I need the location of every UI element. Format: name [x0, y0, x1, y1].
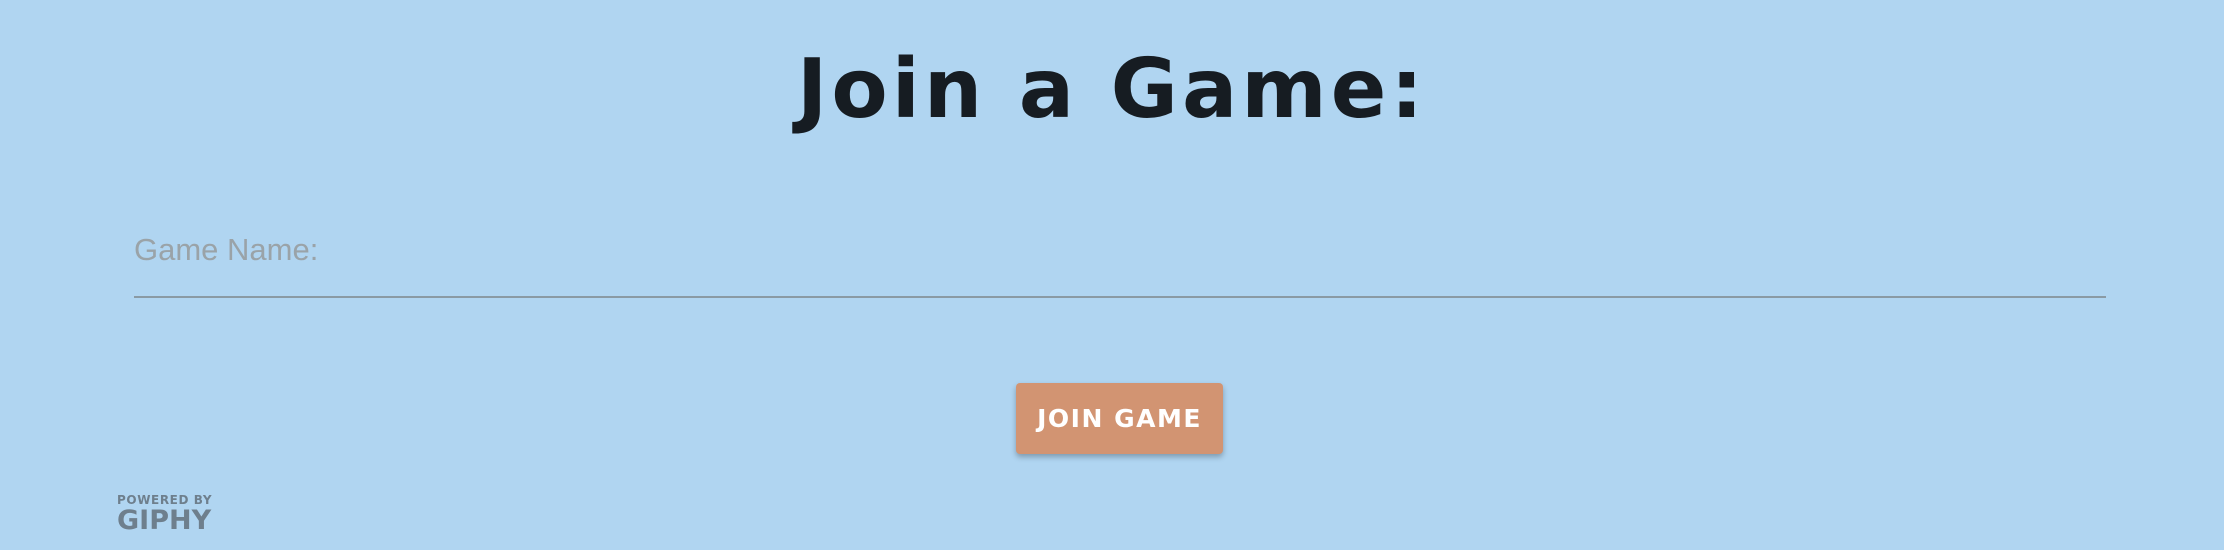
giphy-attribution: POWERED BY GIPHY: [117, 494, 212, 536]
game-name-input[interactable]: [134, 222, 2106, 278]
page-title: Join a Game:: [796, 42, 1428, 137]
giphy-logo: GIPHY: [117, 505, 212, 536]
game-name-field: [134, 222, 2106, 298]
join-game-button[interactable]: JOIN GAME: [1016, 383, 1223, 454]
